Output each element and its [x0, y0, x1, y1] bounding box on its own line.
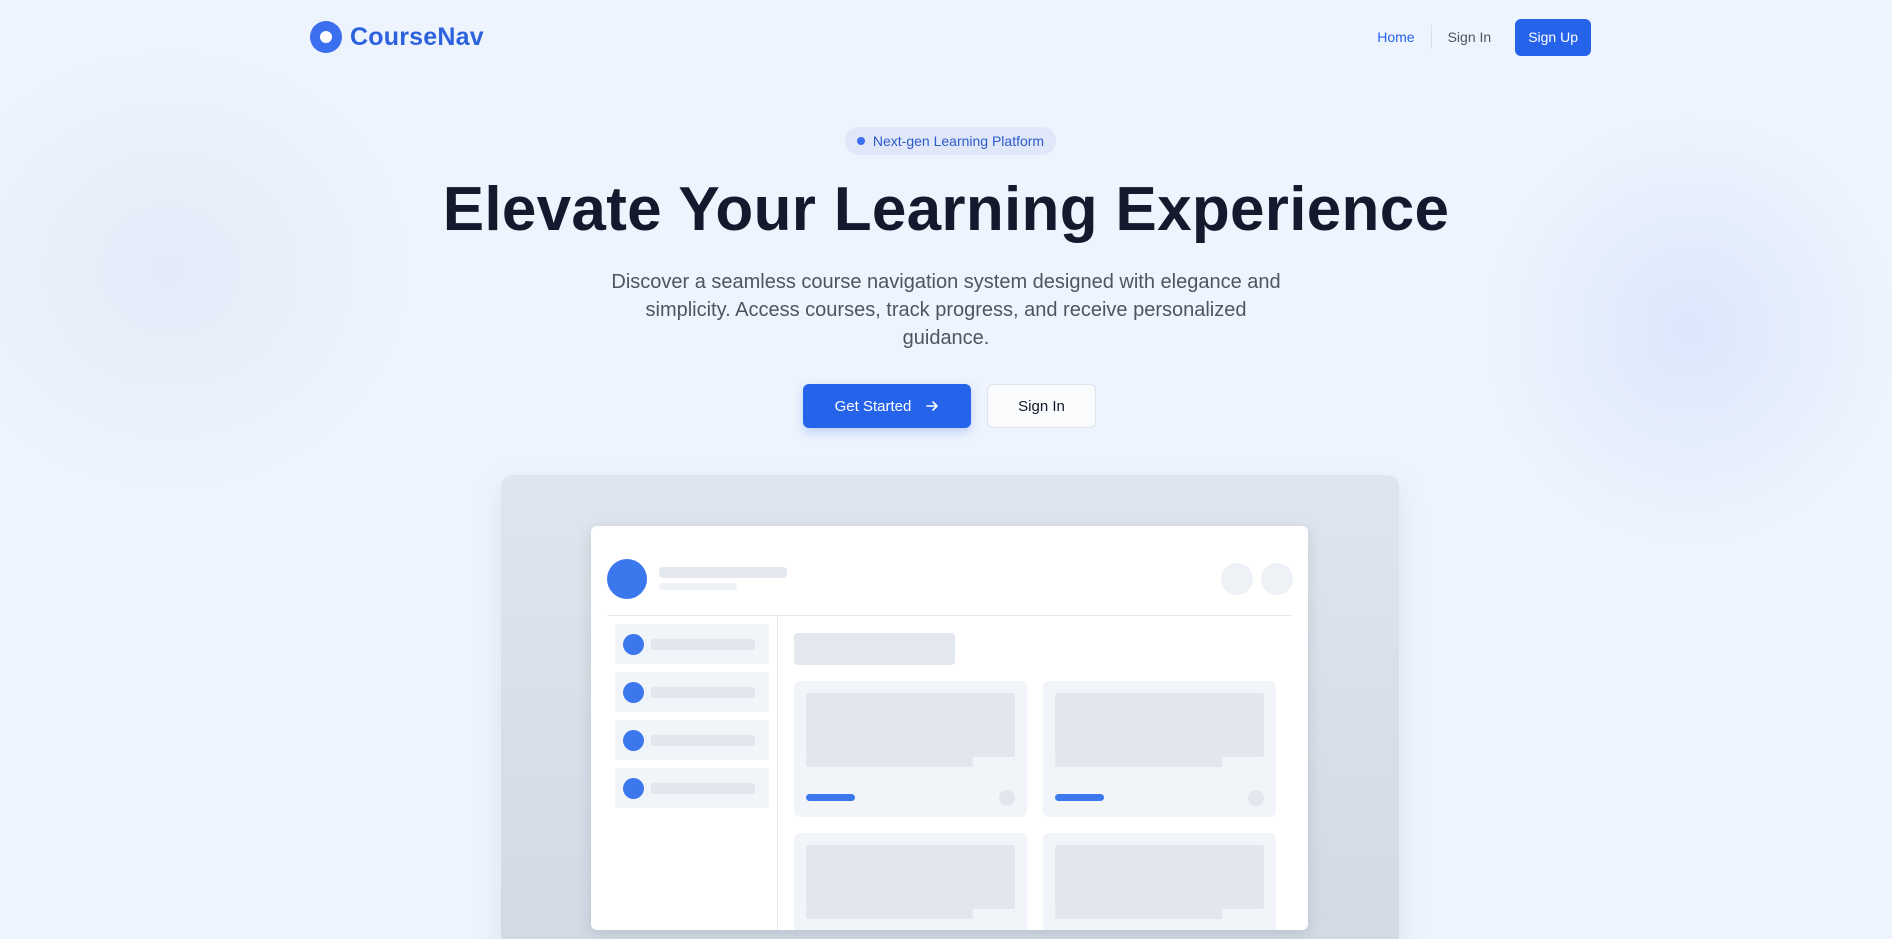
sidebar-skeleton — [651, 687, 755, 698]
sidebar-item — [615, 672, 769, 712]
nav-link-home[interactable]: Home — [1361, 25, 1432, 49]
sidebar-skeleton — [651, 783, 755, 794]
platform-badge: Next-gen Learning Platform — [845, 127, 1056, 155]
badge-dot-icon — [856, 137, 865, 145]
brand[interactable]: CourseNav — [310, 21, 484, 53]
arrow-right-icon — [926, 401, 939, 411]
card-dot-icon — [1248, 790, 1264, 806]
sidebar-dot-icon — [623, 730, 644, 751]
sidebar-item — [615, 720, 769, 760]
sidebar-divider — [777, 616, 778, 930]
course-card — [1043, 833, 1276, 930]
header-action-icon — [1221, 563, 1253, 595]
sign-up-button[interactable]: Sign Up — [1515, 18, 1591, 56]
card-image-skeleton — [806, 845, 1015, 909]
hero-title: Elevate Your Learning Experience — [442, 175, 1450, 244]
card-dot-icon — [999, 790, 1015, 806]
top-navbar: CourseNav Home Sign In Sign Up — [310, 18, 1591, 56]
card-text-skeleton — [806, 757, 973, 767]
sidebar-dot-icon — [623, 682, 644, 703]
badge-label: Next-gen Learning Platform — [872, 133, 1045, 149]
header-divider — [607, 615, 1292, 616]
card-image-skeleton — [1055, 845, 1264, 909]
get-started-label: Get Started — [834, 397, 912, 415]
card-image-skeleton — [806, 693, 1015, 757]
card-text-skeleton — [1055, 909, 1222, 919]
dashboard-preview-window — [591, 526, 1308, 930]
course-card — [1043, 681, 1276, 817]
hero-subtitle: Discover a seamless course navigation sy… — [611, 271, 1281, 349]
background-glow-left — [0, 40, 420, 500]
sidebar-skeleton — [651, 639, 755, 650]
header-skeleton-title — [659, 567, 787, 578]
brand-name: CourseNav — [350, 22, 484, 51]
sidebar-dot-icon — [623, 634, 644, 655]
content-heading-skeleton — [794, 633, 955, 665]
hero-sign-in-button[interactable]: Sign In — [987, 384, 1096, 428]
get-started-button[interactable]: Get Started — [803, 384, 971, 428]
sidebar-skeleton — [651, 735, 755, 746]
course-card — [794, 681, 1027, 817]
circle-logo-icon — [310, 21, 342, 53]
course-card — [794, 833, 1027, 930]
nav-link-sign-in[interactable]: Sign In — [1432, 25, 1508, 49]
header-action-icon — [1261, 563, 1293, 595]
card-progress-bar — [1055, 794, 1104, 801]
card-text-skeleton — [806, 909, 973, 919]
avatar — [607, 559, 647, 599]
card-image-skeleton — [1055, 693, 1264, 757]
sidebar-dot-icon — [623, 778, 644, 799]
header-skeleton-subtitle — [659, 583, 737, 590]
sidebar-item — [615, 768, 769, 808]
card-text-skeleton — [1055, 757, 1222, 767]
card-progress-bar — [806, 794, 855, 801]
nav-links: Home Sign In Sign Up — [1361, 18, 1591, 56]
sidebar-item — [615, 624, 769, 664]
